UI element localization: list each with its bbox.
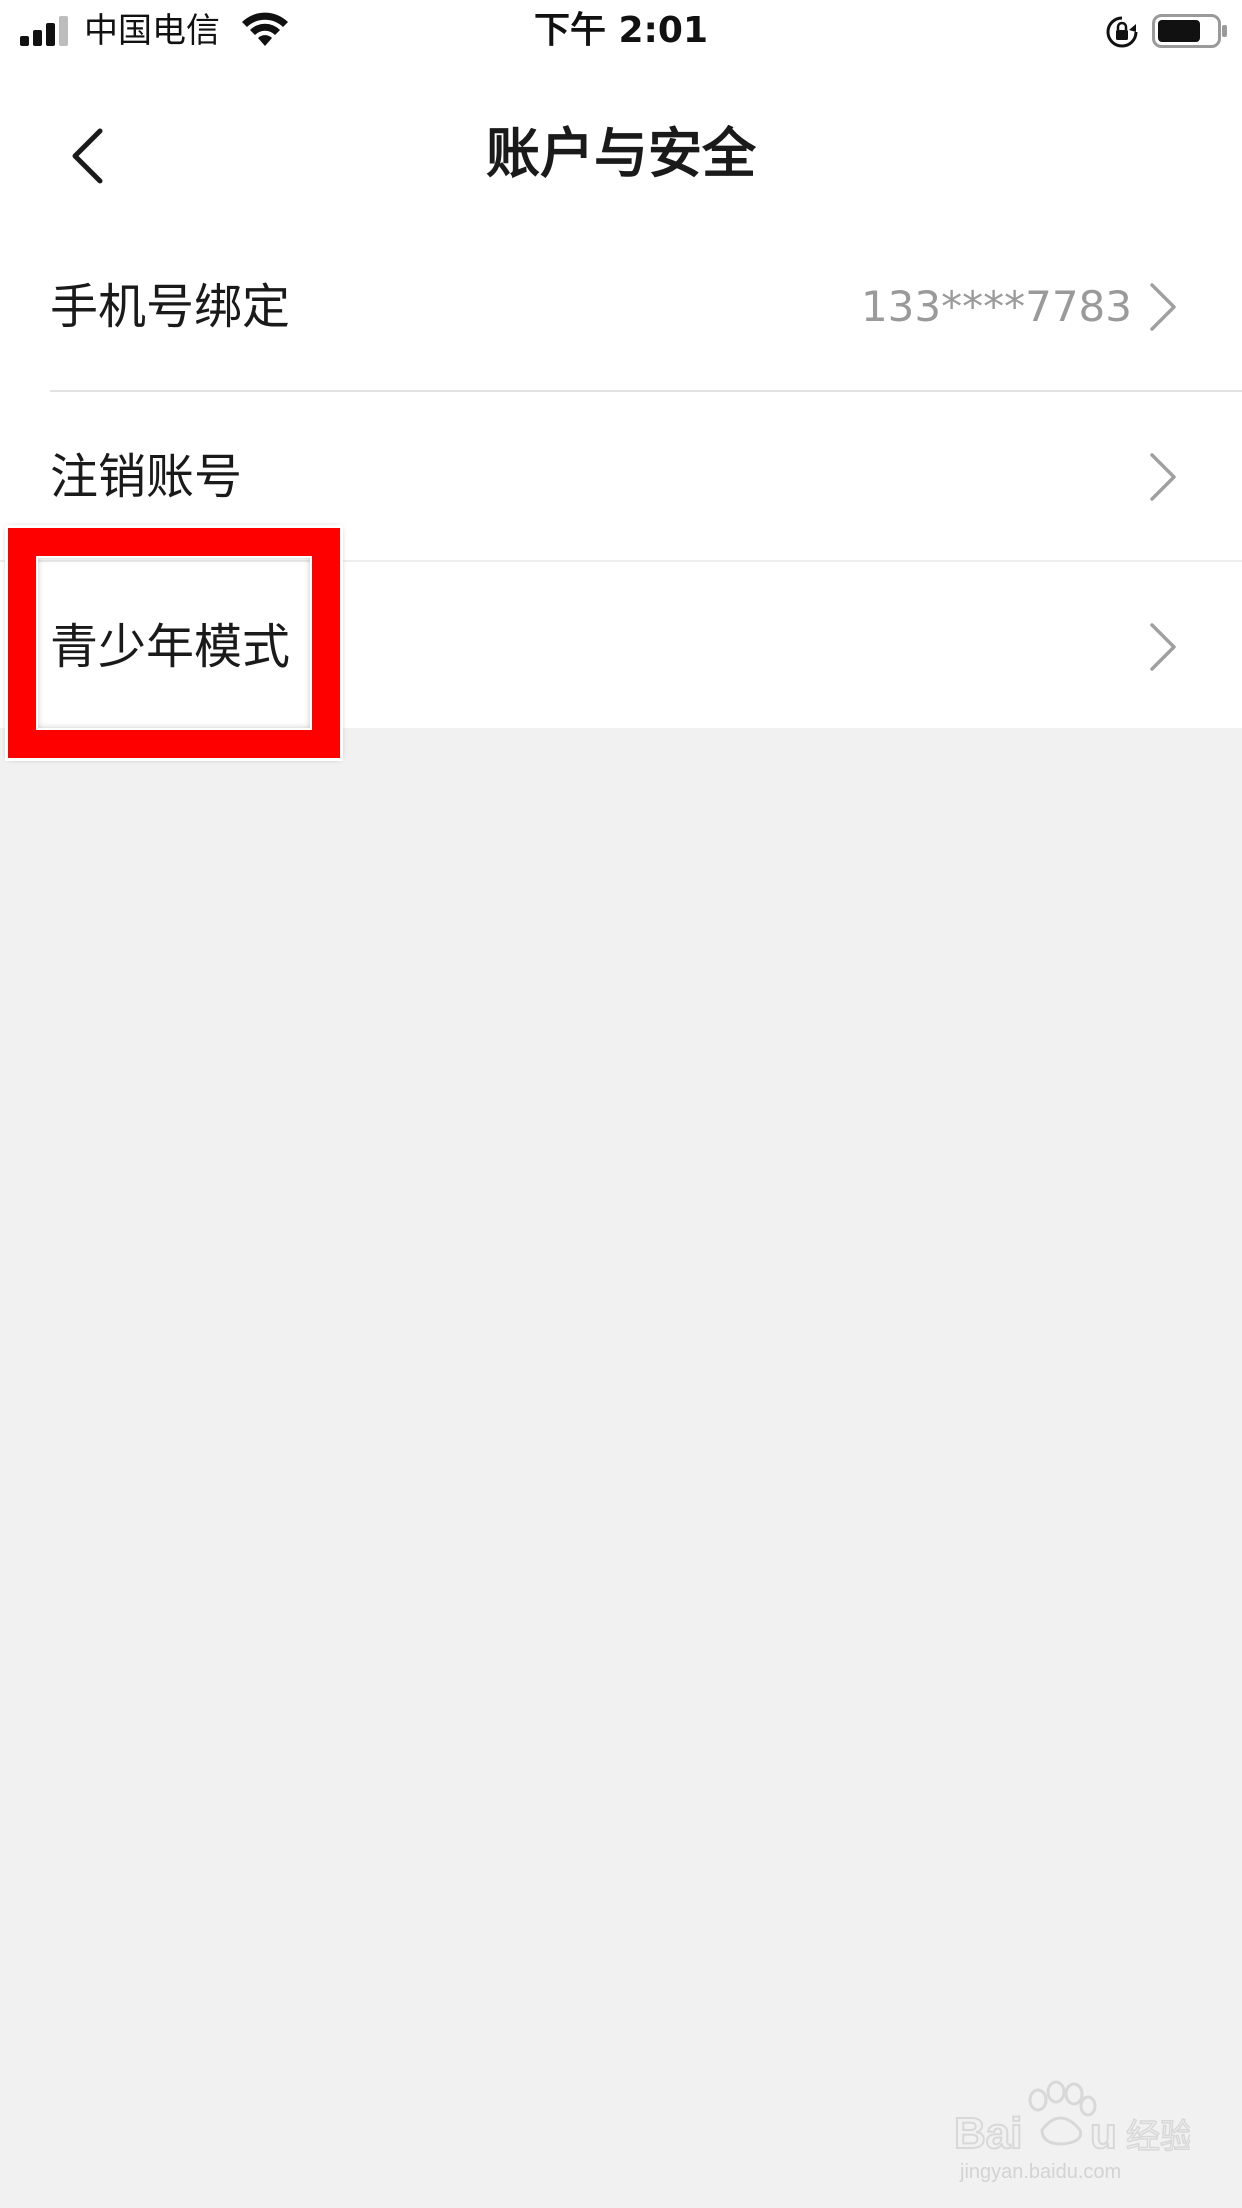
phone-number-value: 133****7783 [860, 282, 1132, 331]
list-item-label: 青少年模式 [50, 619, 291, 675]
list-item-phone-binding[interactable]: 手机号绑定 133****7783 [0, 222, 1242, 392]
page-title: 账户与安全 [486, 122, 756, 185]
svg-text:u: u [1090, 2109, 1117, 2158]
chevron-right-icon [1150, 283, 1176, 331]
baidu-jingyan-watermark: Bai u 经验 jingyan.baidu.com [953, 2080, 1190, 2183]
svg-text:经验: 经验 [1126, 2117, 1190, 2157]
svg-text:Bai: Bai [954, 2109, 1022, 2158]
navigation-bar: 账户与安全 [0, 62, 1242, 246]
status-bar: 中国电信 下午 2:01 [0, 0, 1242, 62]
chevron-right-icon [1150, 453, 1176, 501]
list-item-delete-account[interactable]: 注销账号 [0, 392, 1242, 562]
list-item-label: 注销账号 [50, 449, 243, 505]
chevron-right-icon [1150, 623, 1176, 671]
svg-text:jingyan.baidu.com: jingyan.baidu.com [959, 2161, 1121, 2183]
list-item-teen-mode[interactable]: 青少年模式 [0, 562, 1242, 732]
status-time: 下午 2:01 [533, 10, 709, 51]
list-item-label: 手机号绑定 [50, 279, 291, 335]
rotation-lock-icon [1106, 16, 1138, 48]
settings-list: 手机号绑定 133****7783 注销账号 青少年模式 [0, 222, 1242, 732]
battery-icon [1152, 14, 1227, 48]
